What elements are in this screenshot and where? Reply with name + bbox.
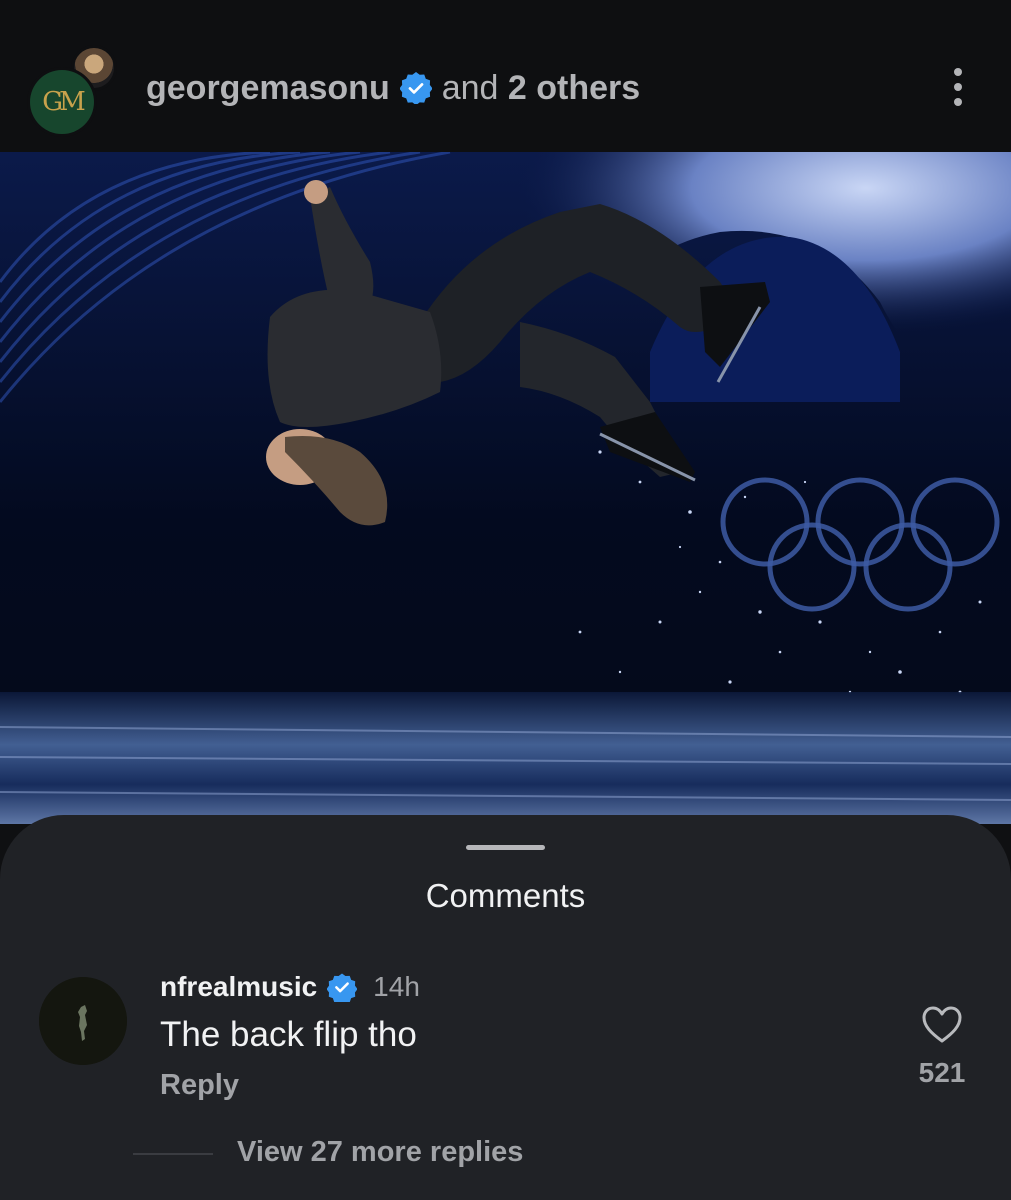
commenter-avatar[interactable] — [39, 977, 127, 1065]
author-avatar-stack[interactable]: GM — [30, 48, 120, 134]
reply-button[interactable]: Reply — [160, 1069, 239, 1102]
verified-badge-icon — [327, 973, 358, 1002]
comment-text: The back flip tho — [160, 1015, 417, 1054]
verified-badge-icon — [399, 72, 432, 104]
collaborators-prefix: and — [441, 68, 499, 107]
author-username[interactable]: georgemasonu — [146, 69, 390, 108]
author-avatar[interactable]: GM — [30, 70, 94, 134]
post-authors: georgemasonu and 2 others — [146, 66, 640, 110]
post-header: GM georgemasonu and 2 others — [0, 0, 1011, 152]
post-screen: GM georgemasonu and 2 others Comments nf… — [0, 0, 1011, 1200]
author-avatar-initials: GM — [42, 87, 85, 117]
comments-sheet: Comments nfrealmusic 14h The back flip t… — [0, 815, 1011, 1200]
like-count: 521 — [918, 1057, 966, 1088]
replies-divider — [133, 1153, 213, 1155]
commenter-username[interactable]: nfrealmusic — [160, 971, 317, 1003]
view-replies-button[interactable]: View 27 more replies — [237, 1136, 523, 1169]
commenter-avatar-image — [39, 977, 127, 1065]
more-vertical-icon[interactable] — [936, 62, 980, 112]
collaborators-count: 2 others — [507, 68, 641, 107]
comments-title: Comments — [425, 877, 586, 914]
comment-timestamp: 14h — [373, 971, 420, 1002]
post-photo-illustration — [0, 152, 1011, 824]
sheet-drag-handle[interactable] — [466, 845, 545, 850]
heart-icon[interactable] — [921, 1005, 963, 1045]
post-photo[interactable] — [0, 152, 1011, 824]
more-dot — [954, 68, 962, 76]
more-dot — [954, 83, 962, 91]
comment-meta: nfrealmusic 14h — [160, 967, 420, 1007]
collaborators-label[interactable]: and 2 others — [442, 69, 640, 108]
more-dot — [954, 98, 962, 106]
